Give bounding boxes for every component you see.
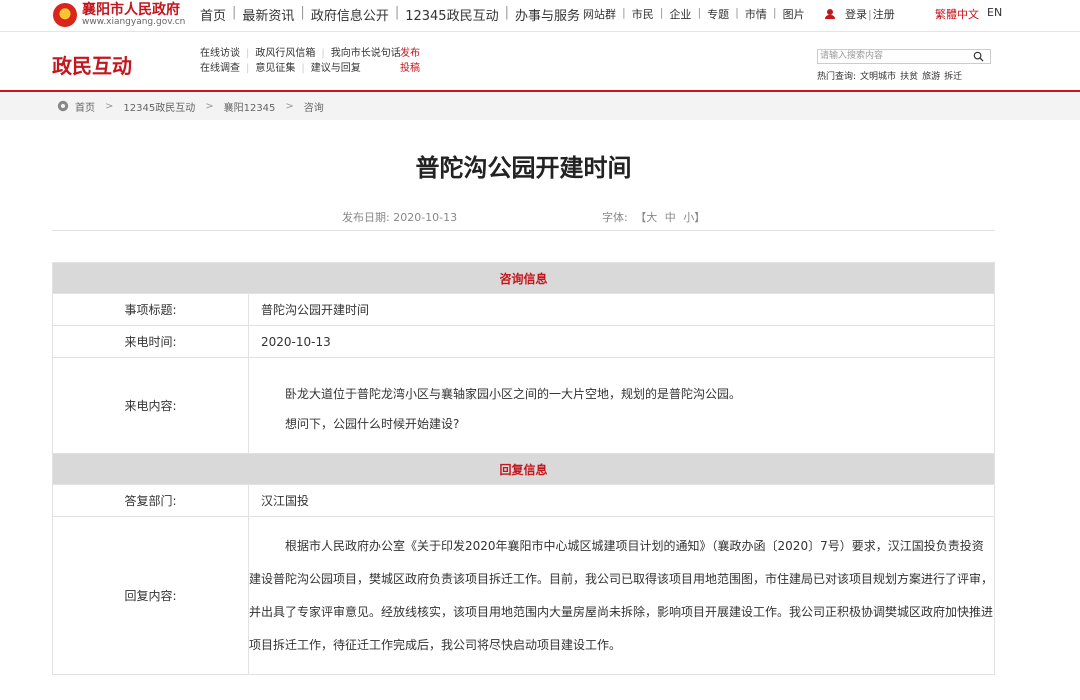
consult-table: 咨询信息 事项标题: 普陀沟公园开建时间 来电时间: 2020-10-13 来电… (52, 262, 995, 675)
site-logo[interactable]: 襄阳市人民政府 www.xiangyang.gov.cn (53, 1, 185, 29)
login-link[interactable]: 登录 (845, 6, 867, 22)
hot-item[interactable]: 拆迁 (944, 69, 962, 82)
hot-label: 热门查询: (817, 72, 857, 82)
breadcrumb-12345[interactable]: 襄阳12345 (224, 99, 276, 114)
main-nav: 首页 | 最新资讯 | 政府信息公开 | 12345政民互动 | 办事与服务 (200, 5, 580, 24)
nav-gov-info[interactable]: 政府信息公开 (311, 5, 389, 24)
nav-interaction[interactable]: 12345政民互动 (405, 5, 498, 24)
site-name: 襄阳市人民政府 (82, 2, 180, 18)
subject-value: 普陀沟公园开建时间 (248, 293, 995, 326)
section-nav-opinions[interactable]: 意见征集 (255, 61, 295, 76)
call-time-value: 2020-10-13 (248, 325, 995, 358)
search-icon[interactable] (973, 51, 984, 62)
english-link[interactable]: EN (987, 6, 1002, 22)
breadcrumb-home[interactable]: 首页 (75, 99, 95, 114)
section-nav-mayor[interactable]: 我向市长说句话 (331, 46, 401, 61)
reply-dept-value: 汉江国投 (248, 484, 995, 517)
top-bar: 襄阳市人民政府 www.xiangyang.gov.cn 首页 | 最新资讯 | 政… (0, 0, 1080, 30)
consult-header: 咨询信息 (52, 262, 995, 294)
sub-nav: 网站群 | 市民 | 企业 | 专题 | 市情 | 图片 (583, 6, 805, 22)
call-content-p1: 卧龙大道位于普陀龙湾小区与襄轴家园小区之间的一大片空地，规划的是普陀沟公园。 (285, 387, 742, 401)
nav-news[interactable]: 最新资讯 (242, 5, 294, 24)
font-large-button[interactable]: 【大 (635, 211, 657, 224)
subnav-city-info[interactable]: 市情 (745, 6, 767, 22)
reply-dept-label: 答复部门: (52, 484, 249, 517)
font-small-button[interactable]: 小】 (683, 211, 705, 224)
hot-item[interactable]: 文明城市 (860, 69, 896, 82)
subnav-sites[interactable]: 网站群 (583, 6, 616, 22)
search-input[interactable]: 请输入搜索内容 (817, 49, 991, 64)
call-time-label: 来电时间: (52, 325, 249, 358)
section-nav-mailbox[interactable]: 政风行风信箱 (255, 46, 315, 61)
hot-item[interactable]: 扶贫 (900, 69, 918, 82)
account-links: 登录 | 注册 (825, 6, 895, 22)
register-link[interactable]: 注册 (873, 6, 895, 22)
hot-searches: 热门查询: 文明城市 扶贫 旅游 拆迁 (817, 69, 966, 82)
location-pin-icon (57, 100, 69, 112)
nav-home[interactable]: 首页 (200, 5, 226, 24)
reply-content: 根据市人民政府办公室《关于印发2020年襄阳市中心城区城建项目计划的通知》（襄政… (249, 539, 994, 652)
breadcrumb-consult[interactable]: 咨询 (304, 99, 324, 114)
section-nav-interview[interactable]: 在线访谈 (200, 46, 240, 61)
section-nav-suggestions[interactable]: 建议与回复 (311, 61, 361, 76)
section-nav: 在线访谈 | 政风行风信箱 | 我向市长说句话 在线调查 | 意见征集 | 建议与回复 … (200, 46, 420, 76)
traditional-chinese-link[interactable]: 繁體中文 (935, 6, 979, 22)
reply-content-label: 回复内容: (52, 516, 249, 675)
breadcrumb-interaction[interactable]: 12345政民互动 (123, 99, 195, 114)
call-content: 卧龙大道位于普陀龙湾小区与襄轴家园小区之间的一大片空地，规划的是普陀沟公园。 想… (248, 357, 995, 454)
national-emblem-icon (53, 3, 77, 27)
subnav-images[interactable]: 图片 (783, 6, 805, 22)
language-switch: 繁體中文 EN (935, 6, 1002, 22)
subnav-enterprise[interactable]: 企业 (669, 6, 691, 22)
call-content-p2: 想问下，公园什么时候开始建设? (285, 417, 460, 431)
subnav-citizens[interactable]: 市民 (632, 6, 654, 22)
article-meta: 发布日期: 2020-10-13 字体: 【大 中 小】 (342, 209, 709, 225)
site-url: www.xiangyang.gov.cn (82, 17, 186, 27)
font-size-control: 字体: 【大 中 小】 (602, 209, 709, 225)
subnav-topics[interactable]: 专题 (707, 6, 729, 22)
nav-services[interactable]: 办事与服务 (515, 5, 580, 24)
publish-date: 2020-10-13 (393, 211, 458, 224)
article-divider (52, 230, 995, 231)
hot-item[interactable]: 旅游 (922, 69, 940, 82)
submit-article-link[interactable]: 发布投稿 (400, 46, 422, 76)
article-title: 普陀沟公园开建时间 (415, 154, 632, 182)
font-label: 字体: (602, 211, 628, 224)
date-label: 发布日期: (342, 211, 390, 224)
section-header: 政民互动 在线访谈 | 政风行风信箱 | 我向市长说句话 在线调查 | 意见征集 | 建… (0, 32, 1080, 90)
subject-label: 事项标题: (52, 293, 249, 326)
section-nav-survey[interactable]: 在线调查 (200, 61, 240, 76)
reply-header: 回复信息 (52, 453, 995, 485)
call-content-label: 来电内容: (52, 357, 249, 454)
user-icon (825, 9, 835, 19)
font-medium-button[interactable]: 中 (665, 211, 676, 224)
breadcrumb: 首页 > 12345政民互动 > 襄阳12345 > 咨询 (0, 92, 1080, 120)
search-placeholder: 请输入搜索内容 (820, 51, 884, 61)
section-title: 政民互动 (52, 54, 132, 78)
